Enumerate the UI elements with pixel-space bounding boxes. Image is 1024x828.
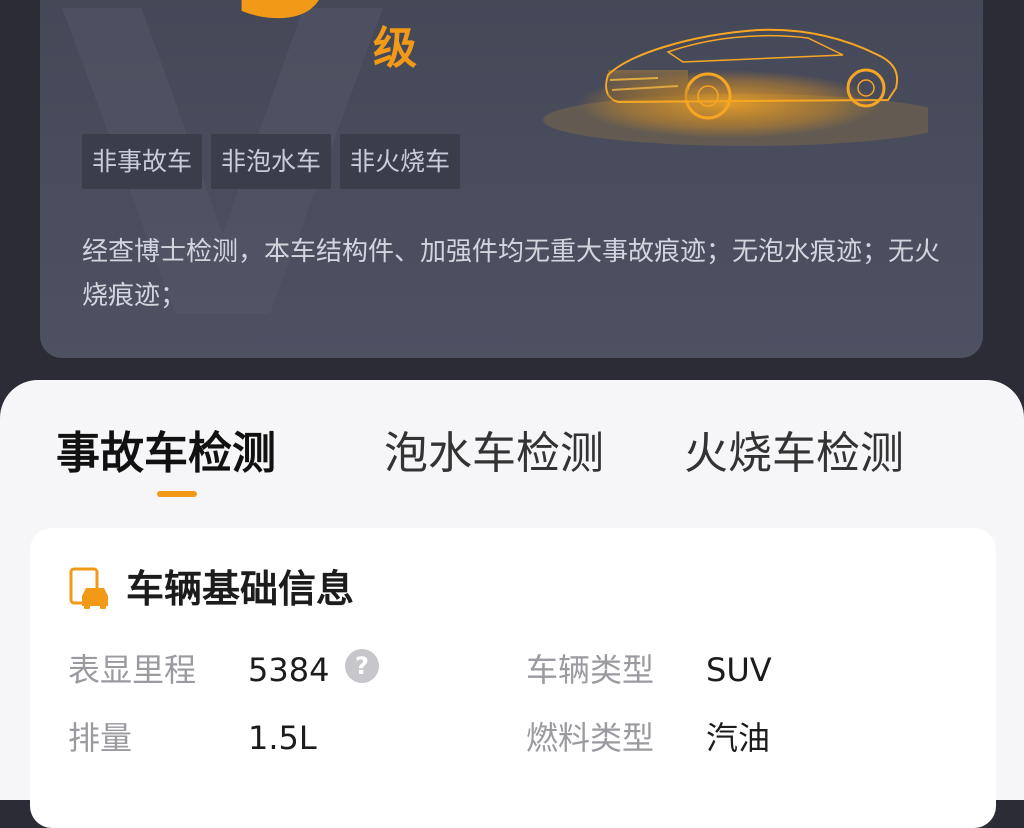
tab-accident-inspection[interactable]: 事故车检测 (56, 424, 276, 484)
inspection-tabs: 事故车检测 泡水车检测 火烧车检测 (56, 424, 904, 484)
active-tab-indicator (157, 491, 197, 497)
grade-number: 5 (230, 0, 334, 40)
card-title: 车辆基础信息 (126, 567, 355, 611)
fuel-type-label: 燃料类型 (526, 719, 655, 757)
displacement-label: 排量 (68, 719, 133, 757)
help-icon[interactable]: ? (345, 649, 379, 683)
car-illustration (543, 28, 928, 146)
tag-no-flood: 非泡水车 (211, 134, 332, 189)
detail-panel: 事故车检测 泡水车检测 火烧车检测 车辆基础信息 表显里程 5384 ? 车辆类… (0, 380, 1024, 828)
tag-no-accident: 非事故车 (82, 134, 203, 189)
vehicle-type-label: 车辆类型 (526, 651, 655, 689)
vehicle-info-card: 车辆基础信息 表显里程 5384 ? 车辆类型 SUV 排量 1.5L 燃料类型… (30, 528, 996, 828)
inspection-description: 经查博士检测，本车结构件、加强件均无重大事故痕迹；无泡水痕迹；无火烧痕迹； (82, 237, 941, 311)
fuel-type-value: 汽油 (706, 719, 771, 757)
tab-flood-inspection[interactable]: 泡水车检测 (384, 424, 604, 484)
displacement-value: 1.5L (248, 719, 317, 757)
tab-fire-inspection[interactable]: 火烧车检测 (684, 424, 904, 484)
tag-no-fire: 非火烧车 (340, 134, 461, 189)
mileage-label: 表显里程 (68, 651, 197, 689)
card-header: 车辆基础信息 (68, 564, 354, 614)
grade-unit: 级 (373, 23, 417, 74)
mileage-value: 5384 (248, 651, 330, 689)
vehicle-type-value: SUV (706, 651, 772, 689)
car-document-icon (69, 567, 108, 609)
status-tags: 非事故车 非泡水车 非火烧车 (82, 134, 461, 189)
inspection-summary-card: V 5 级 非事故车 非泡水车 非火烧车 经查博士检测，本车结构件、 (40, 0, 983, 358)
